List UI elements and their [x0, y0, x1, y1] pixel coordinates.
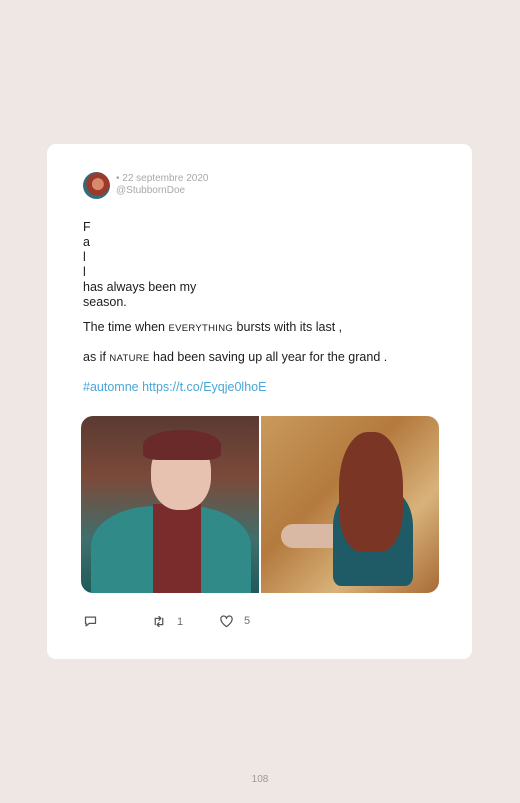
photo-woman-beret[interactable] [81, 416, 259, 593]
text-line: l [83, 265, 86, 279]
p3-before: as if [83, 350, 110, 364]
avatar[interactable] [83, 172, 110, 199]
p2-caps: EVERYTHING [168, 323, 234, 334]
page-number: 108 [251, 774, 269, 785]
hashtag-link[interactable]: #automne https://t.co/Eyqje0lhoE [83, 380, 443, 395]
tweet-meta: • 22 septembre 2020 @StubbornDoe [116, 173, 208, 197]
p2-before: The time when [83, 320, 169, 334]
retweet-count: 1 [177, 615, 184, 628]
text-line: a [83, 235, 90, 249]
tweet-text: F a l l has always been my season. The t… [83, 220, 443, 395]
text-line: l [83, 250, 86, 264]
text-line: season. [83, 295, 127, 309]
paragraph-2: The time when EVERYTHING bursts with its… [83, 320, 443, 336]
like-icon [219, 614, 234, 628]
tweet-card: • 22 septembre 2020 @StubbornDoe F a l l… [47, 144, 472, 659]
text-line: F [83, 220, 91, 234]
tweet-handle[interactable]: @StubbornDoe [116, 185, 208, 197]
p2-after: bursts with its last , [233, 320, 343, 334]
retweet-icon [151, 614, 167, 629]
like-count: 5 [244, 615, 251, 627]
retweet-button[interactable]: 1 [151, 614, 183, 629]
text-line: has always been my [83, 280, 197, 294]
tweet-media[interactable] [81, 416, 439, 593]
reply-icon [83, 614, 98, 629]
photo-girl-leaves[interactable] [261, 416, 439, 593]
like-button[interactable]: 5 [219, 614, 250, 628]
tweet-actions: 1 5 [83, 614, 383, 630]
tweet-date: • 22 septembre 2020 [116, 173, 209, 184]
reply-button[interactable] [83, 614, 98, 629]
p3-after: had been saving up all year for the gran… [149, 350, 388, 364]
paragraph-3: as if NATURE had been saving up all year… [83, 350, 443, 366]
p3-caps: NATURE [109, 353, 150, 364]
